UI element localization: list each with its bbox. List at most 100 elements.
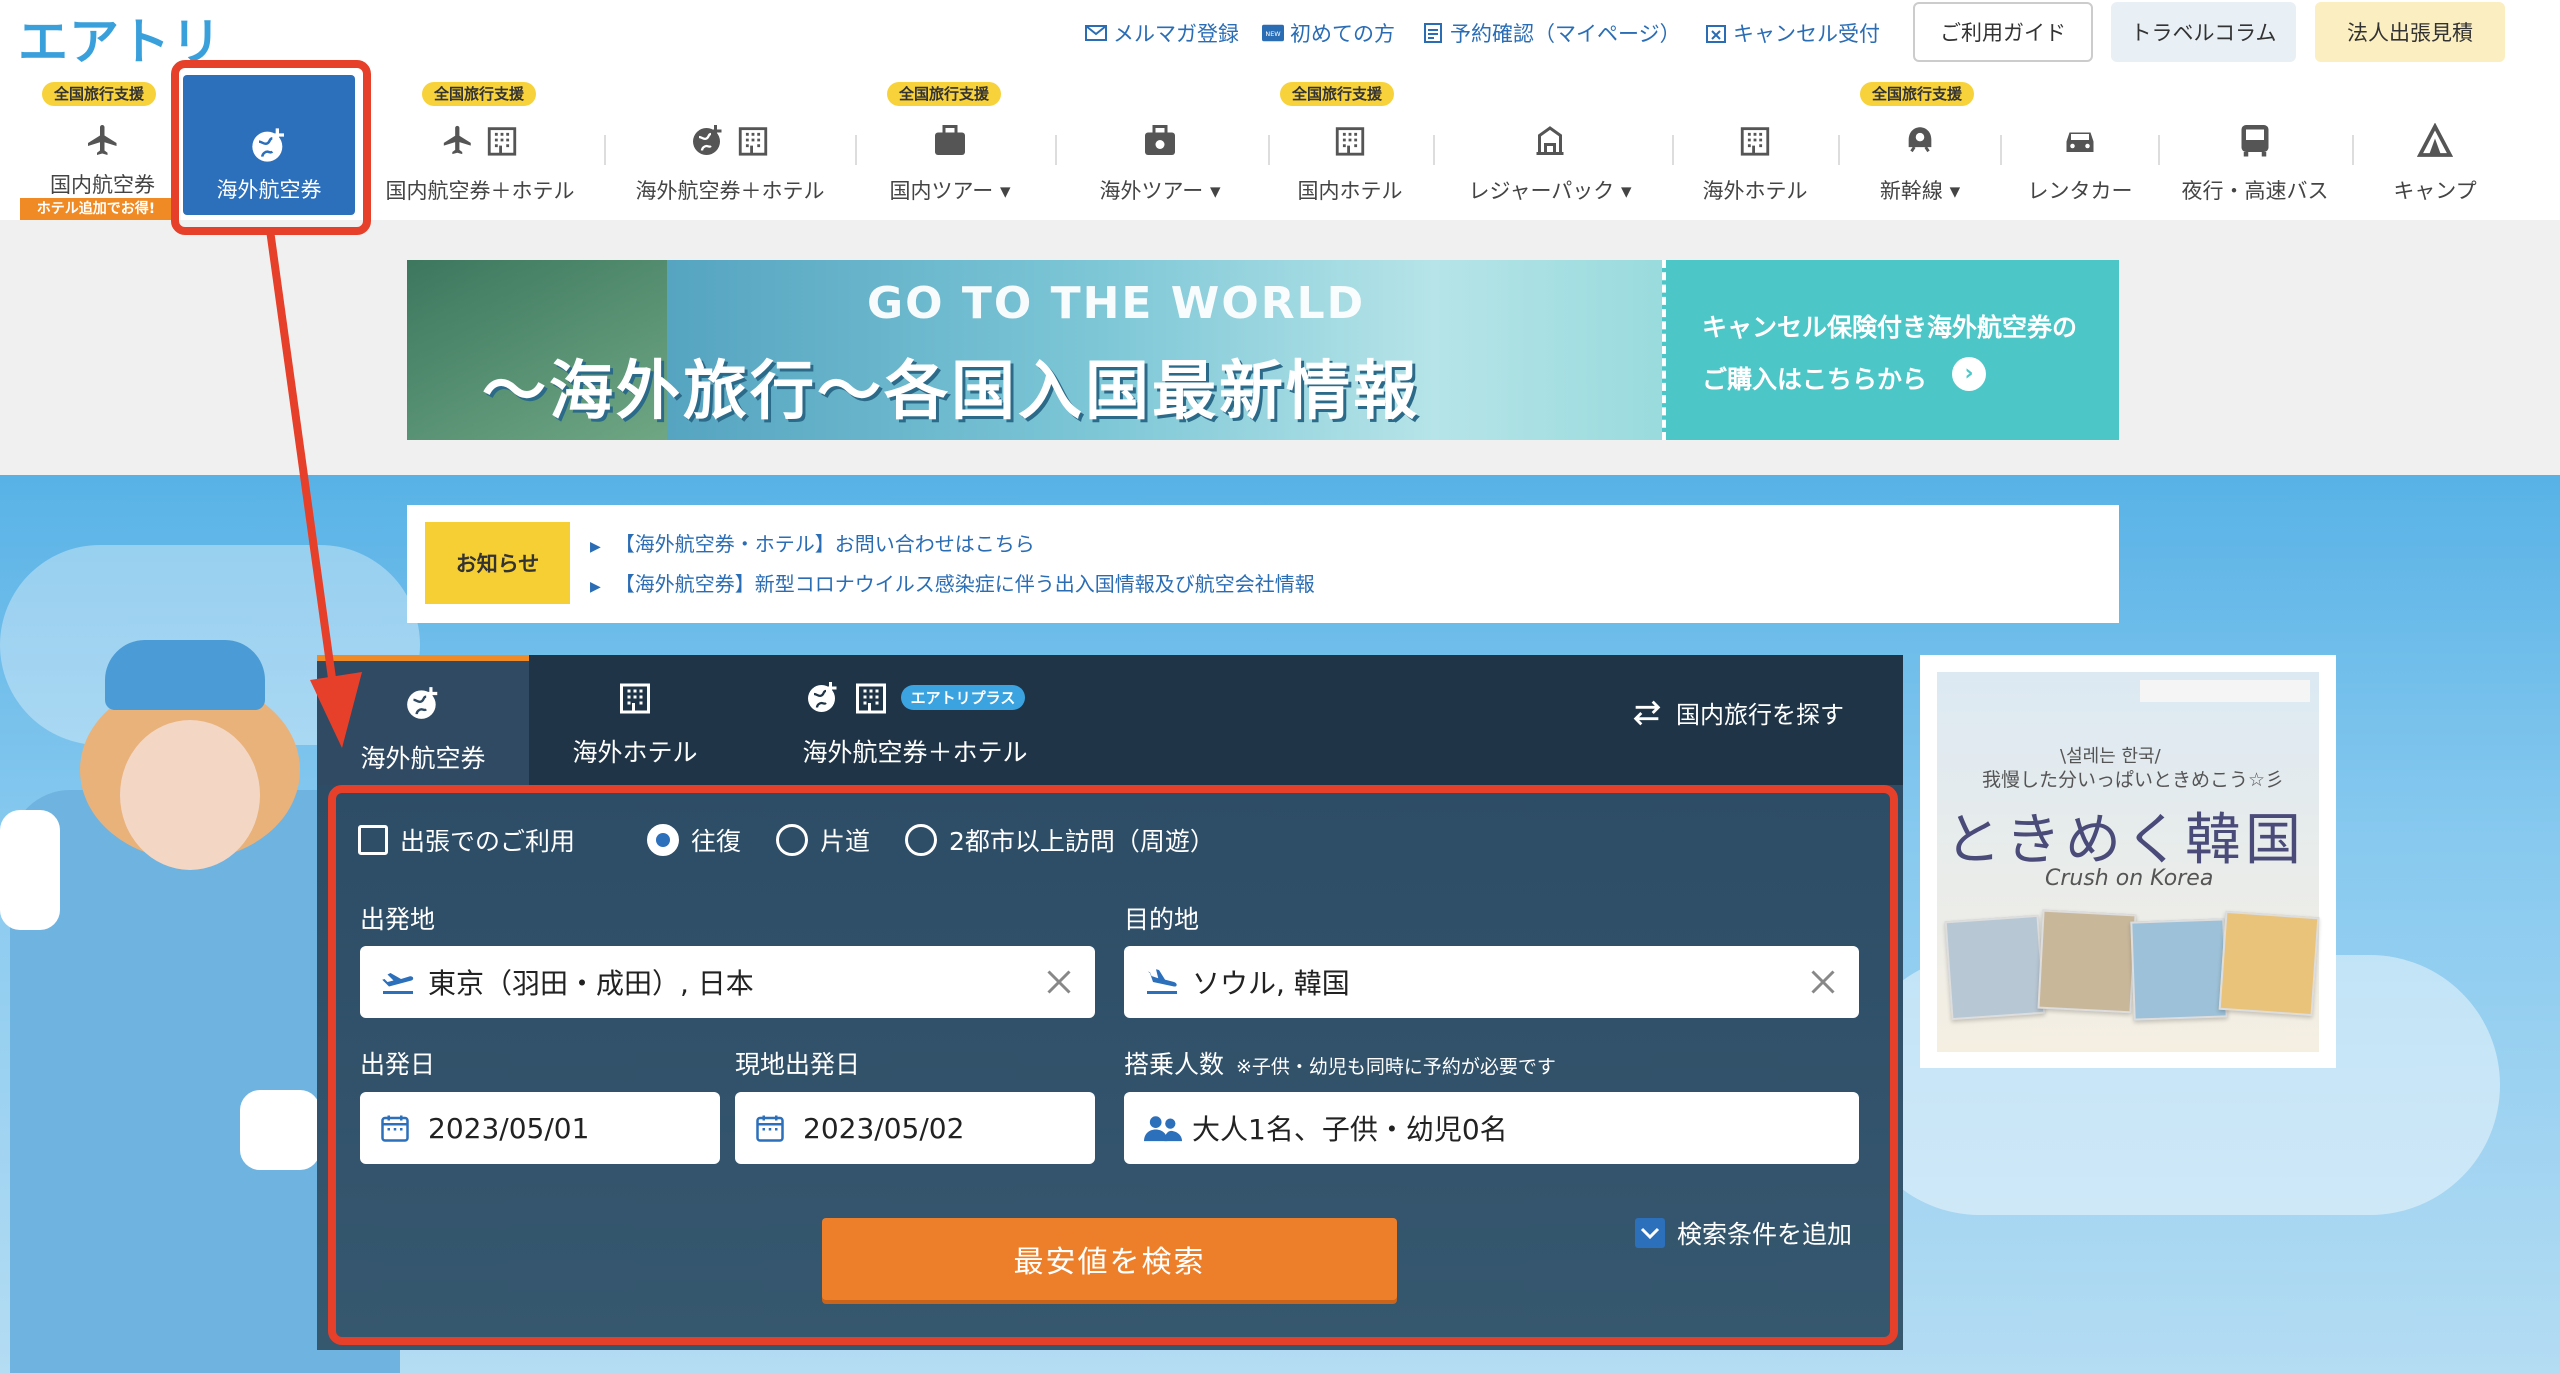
suitcase-icon (932, 115, 968, 165)
nav-label: キャンプ (2393, 179, 2477, 203)
travel-support-badge: 全国旅行支援 (887, 82, 1002, 106)
banner-side-line1: キャンセル保険付き海外航空券の (1702, 313, 2078, 342)
travel-support-badge: 全国旅行支援 (42, 82, 157, 106)
highlight-nav-box (171, 60, 371, 235)
building-icon (1333, 115, 1367, 165)
cancel-label: キャンセル受付 (1733, 22, 1880, 46)
plane-icon (85, 115, 121, 165)
ad-photo (1944, 914, 2046, 1021)
ad-sponsor-logos (2140, 680, 2310, 702)
mail-magazine-link[interactable]: メルマガ登録 (1085, 18, 1239, 48)
mascot-glove (0, 810, 60, 930)
nav-label: 海外航空券＋ホテル (635, 179, 825, 203)
nav-divider (1838, 135, 1840, 165)
ad-japanese-text: 我慢した分いっぱいときめこう☆彡 (1982, 769, 2285, 791)
nav-label: レンタカー (2027, 179, 2133, 203)
nav-domestic-flight[interactable]: 全国旅行支援 国内航空券 (20, 70, 185, 210)
globe-building-icon: エアトリプラス (805, 673, 1026, 721)
nav-label: 国内航空券 (50, 173, 155, 197)
nav-leisure-pack[interactable]: レジャーパック ▾ (1450, 70, 1650, 210)
travel-support-badge: 全国旅行支援 (422, 82, 537, 106)
tab-label: 海外航空券＋ホテル (802, 738, 1028, 767)
nav-camp[interactable]: キャンプ (2370, 70, 2500, 210)
globe-plane-icon (404, 679, 442, 727)
guide-button[interactable]: ご利用ガイド (1913, 2, 2093, 62)
ad-photo (2218, 910, 2320, 1017)
tent-icon (2417, 115, 2453, 165)
tab-label: 海外ホテル (572, 738, 698, 767)
header: エアトリ メルマガ登録 NEW 初めての方 予約確認（マイページ） キャンセル受… (0, 0, 2560, 220)
tab-international-hotel[interactable]: 海外ホテル (545, 655, 725, 785)
banner-title: 〜海外旅行〜各国入国最新情報 (482, 355, 1420, 429)
notice-link-1[interactable]: ▶ 【海外航空券・ホテル】お問い合わせはこちら (590, 528, 1035, 557)
promo-banner[interactable]: GO TO THE WORLD 〜海外旅行〜各国入国最新情報 キャンセル保険付き… (407, 260, 2119, 440)
ad-photo (2130, 918, 2228, 1021)
nav-international-tour[interactable]: 海外ツアー ▾ (1070, 70, 1250, 210)
banner-subtitle: GO TO THE WORLD (867, 278, 1366, 329)
nav-divider (2158, 135, 2160, 165)
corporate-estimate-button[interactable]: 法人出張見積 (2315, 2, 2505, 62)
mascot-glove (240, 1090, 320, 1170)
tab-international-flight-hotel[interactable]: エアトリプラス 海外航空券＋ホテル (775, 655, 1055, 785)
domestic-switch-link[interactable]: 国内旅行を探す (1630, 695, 1844, 730)
building-icon (617, 673, 653, 721)
arrow-annotation (266, 230, 362, 748)
cancel-link[interactable]: キャンセル受付 (1705, 18, 1880, 48)
nav-night-bus[interactable]: 夜行・高速バス (2170, 70, 2340, 210)
reservation-check-link[interactable]: 予約確認（マイページ） (1422, 18, 1681, 48)
mail-magazine-label: メルマガ登録 (1113, 22, 1239, 46)
nav-label: 海外ツアー ▾ (1099, 179, 1221, 203)
plane-building-icon (441, 115, 519, 165)
train-icon (1903, 115, 1937, 165)
hotel-add-badge: ホテル追加でお得! (20, 198, 172, 220)
ad-title: ときめく韓国 (1945, 808, 2305, 873)
triangle-right-icon: ▶ (590, 579, 601, 595)
banner-side-panel (1662, 260, 2119, 440)
nav-divider (1672, 135, 1674, 165)
nav-label: 国内航空券＋ホテル (385, 179, 575, 203)
highlight-form-box (328, 785, 1898, 1345)
notice-tag: お知らせ (425, 522, 570, 604)
chevron-down-icon: ▾ (1620, 179, 1632, 203)
nav-domestic-hotel[interactable]: 全国旅行支援 国内ホテル (1280, 70, 1420, 210)
leisure-icon (1532, 115, 1568, 165)
nav-domestic-tour[interactable]: 全国旅行支援 国内ツアー ▾ (865, 70, 1035, 210)
building-icon (1738, 115, 1772, 165)
ad-crush-text: Crush on Korea (2045, 866, 2214, 891)
nav-label: レジャーパック ▾ (1468, 179, 1632, 203)
nav-label: 夜行・高速バス (2181, 179, 2329, 203)
nav-domestic-flight-hotel[interactable]: 全国旅行支援 国内航空券＋ホテル (380, 70, 580, 210)
nav-divider (604, 135, 606, 165)
travel-column-button[interactable]: トラベルコラム (2111, 2, 2296, 62)
nav-label: 新幹線 ▾ (1879, 179, 1961, 203)
nav-divider (1433, 135, 1435, 165)
first-time-link[interactable]: NEW 初めての方 (1262, 18, 1395, 48)
nav-label: 国内ツアー ▾ (889, 179, 1011, 203)
travel-support-badge: 全国旅行支援 (1280, 82, 1395, 106)
mail-icon (1085, 23, 1107, 43)
chevron-right-icon: › (1952, 357, 1986, 391)
chevron-down-icon: ▾ (1209, 179, 1221, 203)
nav-rental-car[interactable]: レンタカー (2010, 70, 2150, 210)
svg-text:NEW: NEW (1265, 30, 1281, 38)
cancel-calendar-icon (1705, 23, 1727, 43)
first-time-label: 初めての方 (1290, 22, 1395, 46)
nav-international-flight-hotel[interactable]: 海外航空券＋ホテル (625, 70, 835, 210)
nav-divider (2000, 135, 2002, 165)
travel-support-badge: 全国旅行支援 (1860, 82, 1975, 106)
notice-link-2[interactable]: ▶ 【海外航空券】新型コロナウイルス感染症に伴う出入国情報及び航空会社情報 (590, 568, 1315, 597)
nav-shinkansen[interactable]: 全国旅行支援 新幹線 ▾ (1850, 70, 1990, 210)
chevron-down-icon: ▾ (1949, 179, 1961, 203)
swap-icon (1630, 700, 1664, 726)
bus-icon (2238, 115, 2272, 165)
document-icon (1422, 23, 1444, 43)
nav-label: 国内ホテル (1297, 179, 1403, 203)
nav-international-hotel[interactable]: 海外ホテル (1685, 70, 1825, 210)
domestic-switch-label: 国内旅行を探す (1676, 701, 1844, 729)
chevron-down-icon: ▾ (999, 179, 1011, 203)
nav-divider (1055, 135, 1057, 165)
globe-building-icon (690, 115, 770, 165)
mascot-face (120, 720, 260, 870)
car-icon (2062, 115, 2098, 165)
new-icon: NEW (1262, 23, 1284, 43)
